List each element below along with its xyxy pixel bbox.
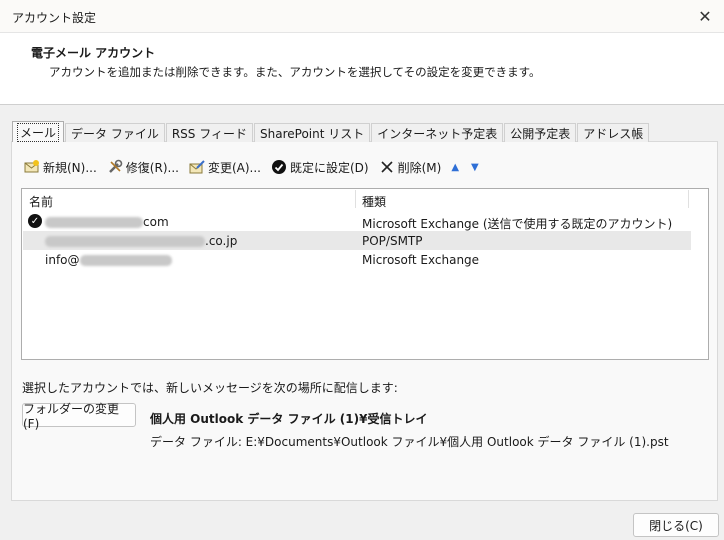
header-title: 電子メール アカウント <box>31 46 156 60</box>
new-account-icon <box>24 159 40 175</box>
account-settings-dialog: アカウント設定 ✕ 電子メール アカウント アカウントを追加または削除できます。… <box>0 0 724 540</box>
repair-icon <box>107 159 123 175</box>
close-icon[interactable]: ✕ <box>690 2 720 30</box>
change-button-label: 変更(A)... <box>207 160 261 175</box>
redacted-text <box>79 255 172 266</box>
account-row[interactable]: ✓ com Microsoft Exchange (送信で使用する既定のアカウン… <box>23 212 691 231</box>
change-folder-button[interactable]: フォルダーの変更(F) <box>22 402 136 431</box>
column-divider[interactable] <box>688 190 689 208</box>
tab-rss-feeds[interactable]: RSS フィード <box>165 123 253 142</box>
new-button[interactable]: 新規(N)... <box>24 157 97 177</box>
account-type: POP/SMTP <box>362 234 423 248</box>
tab-published-calendars[interactable]: 公開予定表 <box>504 123 577 142</box>
change-button[interactable]: 変更(A)... <box>189 157 261 177</box>
account-type: Microsoft Exchange (送信で使用する既定のアカウント) <box>362 217 673 231</box>
set-default-button[interactable]: 既定に設定(D) <box>271 157 369 177</box>
delete-button-label: 削除(M) <box>397 160 442 175</box>
account-list[interactable]: 名前 種類 ✓ com Microsoft Exchange (送信で使用する既… <box>21 188 709 360</box>
delivery-description: 選択したアカウントでは、新しいメッセージを次の場所に配信します: <box>22 381 398 395</box>
move-up-icon[interactable]: ▲ <box>451 162 459 173</box>
window-title: アカウント設定 <box>12 11 97 25</box>
redacted-text <box>45 217 143 228</box>
account-name: info@ <box>45 253 172 267</box>
redacted-text <box>45 236 205 247</box>
account-toolbar: 新規(N)... 修復(R)... 変更(A)... 既定に設定(D) 削除(M… <box>24 157 491 177</box>
account-name: .co.jp <box>45 234 237 248</box>
set-default-button-label: 既定に設定(D) <box>289 160 369 175</box>
tab-sharepoint-lists[interactable]: SharePoint リスト <box>254 123 371 142</box>
dialog-header: 電子メール アカウント アカウントを追加または削除できます。また、アカウントを選… <box>0 33 724 105</box>
tab-address-books[interactable]: アドレス帳 <box>577 123 650 142</box>
close-button[interactable]: 閉じる(C) <box>633 513 719 537</box>
delivery-folder: 個人用 Outlook データ ファイル (1)¥受信トレイ <box>150 412 428 426</box>
column-header-name[interactable]: 名前 <box>29 193 53 210</box>
default-account-check-icon: ✓ <box>28 214 42 228</box>
delete-button[interactable]: 削除(M) <box>379 157 442 177</box>
default-check-icon <box>271 159 287 175</box>
repair-button-label: 修復(R)... <box>125 160 179 175</box>
tab-data-files[interactable]: データ ファイル <box>65 123 165 142</box>
account-type: Microsoft Exchange <box>362 253 480 267</box>
account-name: com <box>45 215 169 229</box>
tab-internet-calendars[interactable]: インターネット予定表 <box>371 123 504 142</box>
account-row[interactable]: .co.jp POP/SMTP <box>23 231 691 250</box>
new-button-label: 新規(N)... <box>43 160 97 175</box>
column-divider[interactable] <box>355 190 356 208</box>
tab-mail[interactable]: メール <box>12 121 65 142</box>
account-row[interactable]: info@ Microsoft Exchange <box>23 250 691 269</box>
data-file-path: データ ファイル: E:¥Documents¥Outlook ファイル¥個人用 … <box>150 435 669 449</box>
move-down-icon[interactable]: ▼ <box>471 162 479 173</box>
tab-strip: メール データ ファイル RSS フィード SharePoint リスト インタ… <box>12 121 650 142</box>
column-header-type[interactable]: 種類 <box>362 193 386 210</box>
repair-button[interactable]: 修復(R)... <box>107 157 179 177</box>
title-bar: アカウント設定 ✕ <box>0 0 724 33</box>
header-description: アカウントを追加または削除できます。また、アカウントを選択してその設定を変更でき… <box>49 65 541 79</box>
change-account-icon <box>189 159 205 175</box>
tab-mail-label: メール <box>16 122 60 142</box>
delete-x-icon <box>379 159 395 175</box>
